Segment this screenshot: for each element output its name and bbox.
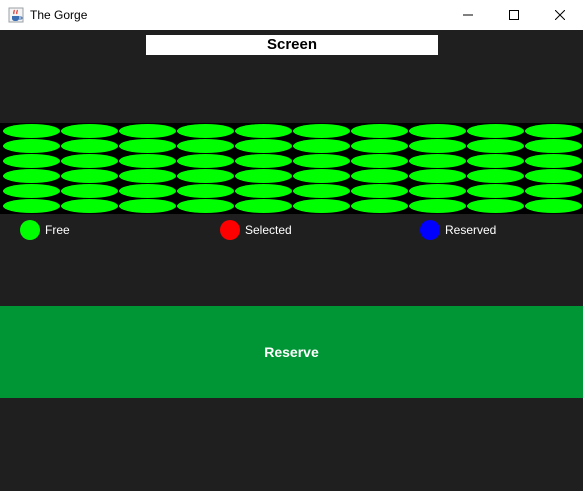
seat-r3-c8[interactable] — [409, 154, 466, 168]
free-indicator-icon — [20, 220, 40, 240]
seat-r3-c2[interactable] — [61, 154, 118, 168]
seat-r4-c2[interactable] — [61, 169, 118, 183]
seat-r4-c4[interactable] — [177, 169, 234, 183]
reserved-indicator-icon — [420, 220, 440, 240]
seat-r1-c3[interactable] — [119, 124, 176, 138]
seat-r1-c4[interactable] — [177, 124, 234, 138]
seat-r2-c3[interactable] — [119, 139, 176, 153]
seat-r4-c6[interactable] — [293, 169, 350, 183]
legend-reserved-label: Reserved — [445, 223, 497, 237]
seat-r5-c6[interactable] — [293, 184, 350, 198]
seat-r6-c6[interactable] — [293, 199, 350, 213]
seat-r5-c3[interactable] — [119, 184, 176, 198]
legend-selected-label: Selected — [245, 223, 292, 237]
seat-r3-c3[interactable] — [119, 154, 176, 168]
seat-r1-c10[interactable] — [525, 124, 582, 138]
close-icon — [555, 10, 565, 20]
minimize-icon — [463, 14, 473, 16]
seat-r3-c4[interactable] — [177, 154, 234, 168]
seat-r1-c9[interactable] — [467, 124, 524, 138]
seat-r1-c1[interactable] — [3, 124, 60, 138]
seat-grid — [0, 123, 583, 214]
seat-r6-c2[interactable] — [61, 199, 118, 213]
seat-r5-c4[interactable] — [177, 184, 234, 198]
selected-indicator-icon — [220, 220, 240, 240]
seat-r6-c10[interactable] — [525, 199, 582, 213]
seat-r1-c6[interactable] — [293, 124, 350, 138]
seat-r6-c7[interactable] — [351, 199, 408, 213]
maximize-button[interactable] — [491, 0, 537, 30]
seat-r3-c10[interactable] — [525, 154, 582, 168]
seat-r2-c4[interactable] — [177, 139, 234, 153]
seat-r2-c9[interactable] — [467, 139, 524, 153]
seat-r6-c8[interactable] — [409, 199, 466, 213]
seat-r4-c10[interactable] — [525, 169, 582, 183]
maximize-icon — [509, 10, 519, 20]
seat-r3-c9[interactable] — [467, 154, 524, 168]
seat-r1-c2[interactable] — [61, 124, 118, 138]
seat-r2-c2[interactable] — [61, 139, 118, 153]
java-cup-icon — [8, 7, 24, 23]
window-title: The Gorge — [30, 8, 88, 22]
seat-r3-c6[interactable] — [293, 154, 350, 168]
close-button[interactable] — [537, 0, 583, 30]
seat-r3-c7[interactable] — [351, 154, 408, 168]
seat-r2-c5[interactable] — [235, 139, 292, 153]
reserve-button[interactable]: Reserve — [0, 306, 583, 398]
seat-r5-c10[interactable] — [525, 184, 582, 198]
seat-r4-c5[interactable] — [235, 169, 292, 183]
seat-r6-c5[interactable] — [235, 199, 292, 213]
seat-r1-c8[interactable] — [409, 124, 466, 138]
legend-free-label: Free — [45, 223, 70, 237]
seat-r5-c7[interactable] — [351, 184, 408, 198]
seat-r2-c1[interactable] — [3, 139, 60, 153]
seat-r4-c1[interactable] — [3, 169, 60, 183]
seat-r6-c9[interactable] — [467, 199, 524, 213]
seat-r3-c5[interactable] — [235, 154, 292, 168]
seat-r4-c7[interactable] — [351, 169, 408, 183]
seat-r1-c7[interactable] — [351, 124, 408, 138]
seat-r2-c8[interactable] — [409, 139, 466, 153]
seat-r2-c6[interactable] — [293, 139, 350, 153]
screen-label: Screen — [146, 35, 438, 55]
seat-r4-c3[interactable] — [119, 169, 176, 183]
seat-r4-c9[interactable] — [467, 169, 524, 183]
seat-r3-c1[interactable] — [3, 154, 60, 168]
seat-r5-c9[interactable] — [467, 184, 524, 198]
seat-r5-c8[interactable] — [409, 184, 466, 198]
seat-r5-c5[interactable] — [235, 184, 292, 198]
app-window: The Gorge Screen Free Selected Reserved … — [0, 0, 583, 491]
seat-r6-c1[interactable] — [3, 199, 60, 213]
seat-r6-c4[interactable] — [177, 199, 234, 213]
seat-r2-c7[interactable] — [351, 139, 408, 153]
title-bar[interactable]: The Gorge — [0, 0, 583, 30]
seat-r1-c5[interactable] — [235, 124, 292, 138]
seat-r6-c3[interactable] — [119, 199, 176, 213]
seat-r2-c10[interactable] — [525, 139, 582, 153]
minimize-button[interactable] — [445, 0, 491, 30]
seat-r5-c2[interactable] — [61, 184, 118, 198]
seat-r5-c1[interactable] — [3, 184, 60, 198]
seat-r4-c8[interactable] — [409, 169, 466, 183]
